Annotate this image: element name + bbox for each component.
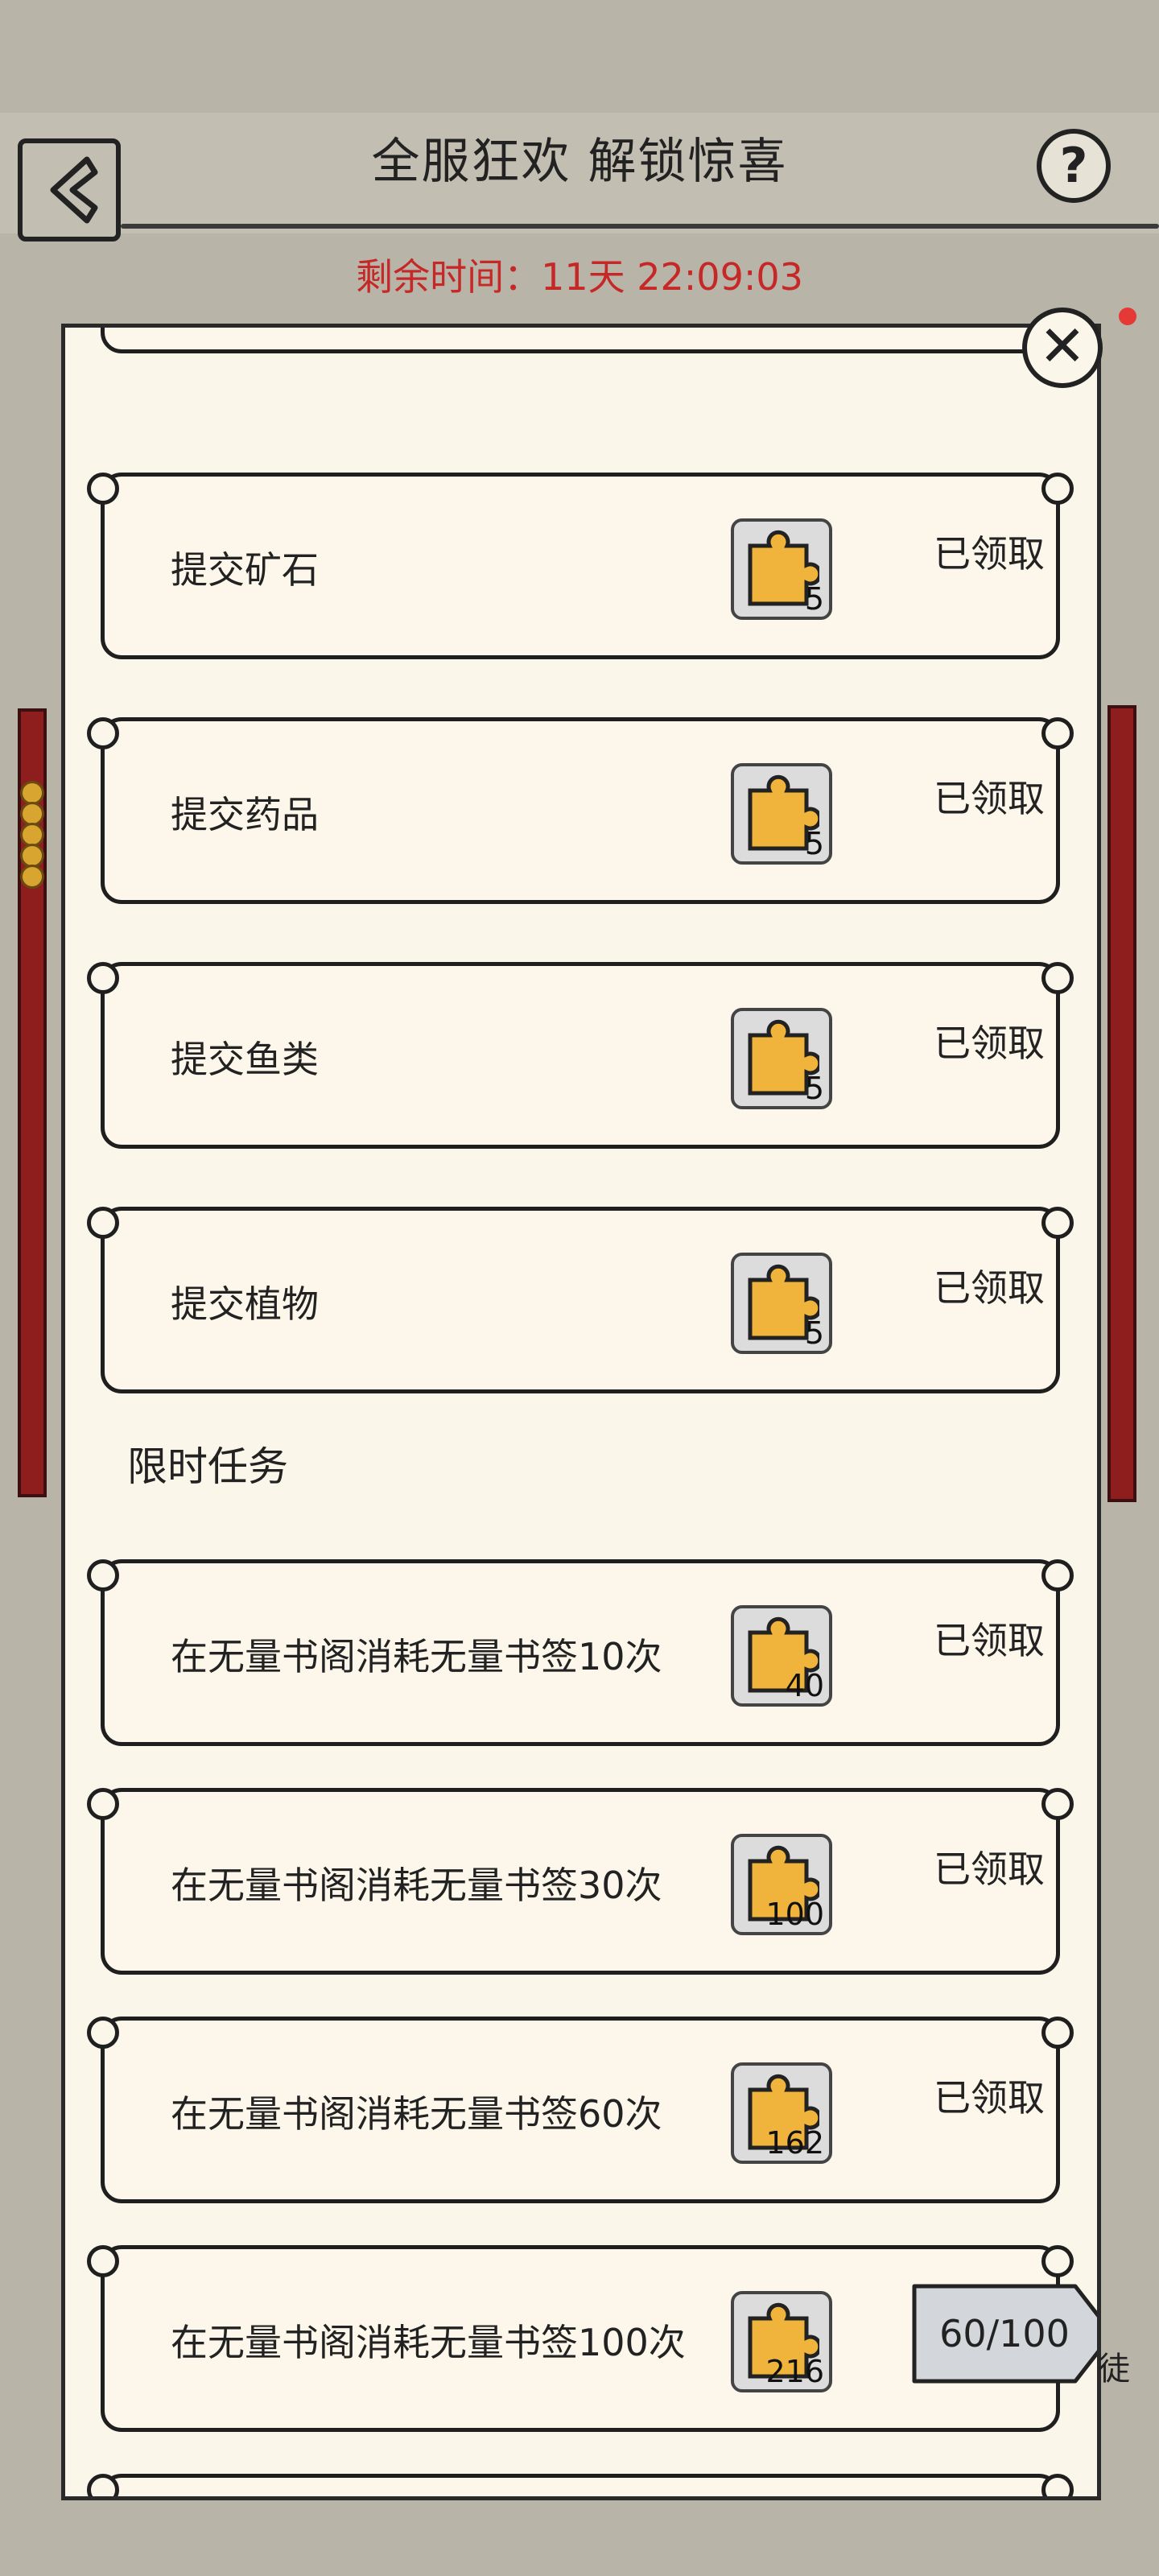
edge-text: 徒 <box>1098 2351 1130 2388</box>
reward-quantity: 100 <box>765 1897 824 1932</box>
task-card: 提交鱼类 5 已领取 <box>87 962 1074 1149</box>
reward-item[interactable]: 40 <box>731 1605 832 1707</box>
close-button[interactable]: ✕ <box>1022 308 1103 388</box>
scroll-pole-right <box>1107 705 1136 1502</box>
notification-dot <box>1119 308 1136 325</box>
task-name: 提交鱼类 <box>171 1038 319 1081</box>
task-name: 提交矿石 <box>171 548 319 592</box>
progress-tag: 60/100 <box>909 2281 1097 2386</box>
reward-item[interactable]: 5 <box>731 518 832 620</box>
claimed-status: 已领取 <box>934 1266 1045 1310</box>
task-card-partial <box>87 2474 1074 2496</box>
reward-quantity: 5 <box>804 826 824 861</box>
reward-item[interactable]: 100 <box>731 1834 832 1935</box>
task-card: 在无量书阁消耗无量书签60次 162 已领取 <box>87 2017 1074 2203</box>
reward-quantity: 5 <box>804 1315 824 1351</box>
task-name: 在无量书阁消耗无量书签10次 <box>171 1635 662 1678</box>
help-button[interactable]: ? <box>1037 129 1111 203</box>
reward-item[interactable]: 162 <box>731 2062 832 2164</box>
reward-item[interactable]: 216 <box>731 2291 832 2392</box>
task-card: 在无量书阁消耗无量书签10次 40 已领取 <box>87 1559 1074 1746</box>
question-icon: ? <box>1059 138 1088 194</box>
claimed-status: 已领取 <box>934 1619 1045 1662</box>
limited-tasks-title: 限时任务 <box>127 1443 288 1490</box>
reward-quantity: 216 <box>765 2354 824 2389</box>
coin-icon <box>20 865 44 889</box>
task-card: 提交植物 5 已领取 <box>87 1207 1074 1393</box>
countdown-timer: 剩余时间：11天 22:09:03 <box>356 255 803 299</box>
reward-item[interactable]: 5 <box>731 1008 832 1109</box>
reward-quantity: 5 <box>804 1071 824 1106</box>
task-name: 提交药品 <box>171 793 319 836</box>
claimed-status: 已领取 <box>934 1022 1045 1065</box>
task-name: 在无量书阁消耗无量书签100次 <box>171 2321 686 2364</box>
claimed-status: 已领取 <box>934 2076 1045 2120</box>
reward-item[interactable]: 5 <box>731 763 832 865</box>
task-name: 在无量书阁消耗无量书签30次 <box>171 1864 662 1907</box>
task-panel: 提交矿石 5 已领取 提交药品 5 已领取 提交鱼类 5 已领取 提交植物 5 … <box>61 324 1101 2500</box>
reward-item[interactable]: 5 <box>731 1253 832 1354</box>
title-divider <box>121 224 1159 229</box>
task-card-partial <box>101 328 1060 353</box>
task-card: 在无量书阁消耗无量书签30次 100 已领取 <box>87 1788 1074 1975</box>
claimed-status: 已领取 <box>934 1847 1045 1891</box>
reward-quantity: 5 <box>804 581 824 617</box>
task-name: 提交植物 <box>171 1282 319 1326</box>
task-card: 提交矿石 5 已领取 <box>87 473 1074 659</box>
claimed-status: 已领取 <box>934 777 1045 820</box>
claimed-status: 已领取 <box>934 532 1045 576</box>
progress-text: 60/100 <box>939 2312 1070 2355</box>
task-name: 在无量书阁消耗无量书签60次 <box>171 2092 662 2136</box>
task-card: 在无量书阁消耗无量书签100次 216 60/100 <box>87 2245 1097 2432</box>
page-title: 全服狂欢 解锁惊喜 <box>371 134 788 190</box>
task-card: 提交药品 5 已领取 <box>87 717 1074 904</box>
reward-quantity: 40 <box>785 1668 824 1703</box>
close-icon: ✕ <box>1038 313 1087 379</box>
reward-quantity: 162 <box>765 2125 824 2161</box>
